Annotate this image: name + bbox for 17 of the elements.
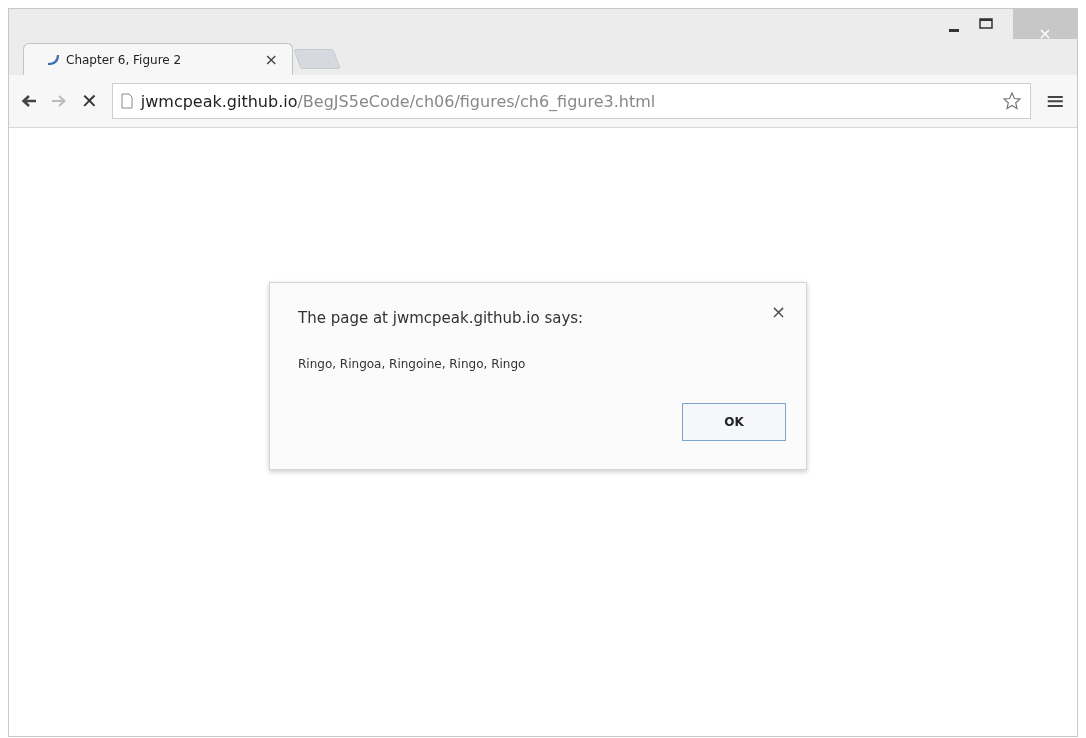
close-icon: [1040, 29, 1050, 39]
menu-button[interactable]: ≡: [1044, 87, 1065, 115]
browser-tab[interactable]: Chapter 6, Figure 2 ×: [23, 43, 293, 75]
tab-close-button[interactable]: ×: [264, 50, 278, 69]
star-icon[interactable]: [1001, 91, 1022, 111]
page-icon: [120, 93, 133, 109]
stop-button[interactable]: ✕: [81, 89, 98, 113]
address-field[interactable]: jwmcpeak.github.io/BegJS5eCode/ch06/figures/ch6_figure3.html: [111, 83, 1031, 119]
back-icon[interactable]: [21, 94, 37, 108]
dialog-close-button[interactable]: ×: [770, 301, 786, 327]
dialog-title: The page at jwmcpeak.github.io says:: [298, 309, 584, 327]
loading-icon: [46, 53, 60, 66]
maximize-icon[interactable]: [979, 18, 993, 29]
dialog-message: Ringo, Ringoa, Ringoine, Ringo, Ringo: [298, 357, 527, 371]
ok-button[interactable]: OK: [682, 403, 786, 441]
minimize-icon[interactable]: [949, 29, 959, 33]
tab-title: Chapter 6, Figure 2: [66, 52, 183, 67]
